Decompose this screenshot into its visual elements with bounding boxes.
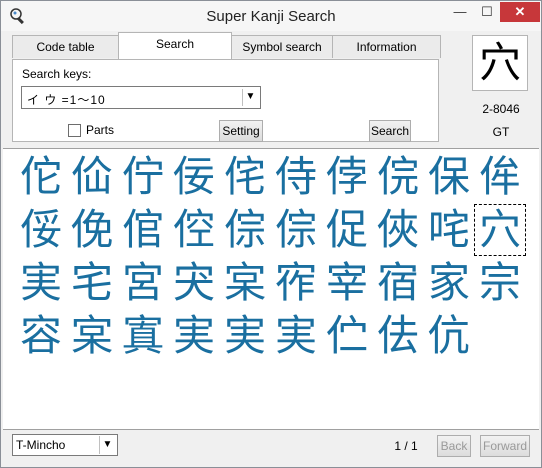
kanji-cell[interactable]: 実 bbox=[272, 312, 320, 360]
parts-label: Parts bbox=[86, 123, 115, 137]
kanji-cell[interactable]: 寘 bbox=[119, 312, 167, 360]
kanji-cell[interactable]: 咤 bbox=[425, 206, 473, 254]
kanji-cell[interactable]: 佞 bbox=[170, 153, 218, 201]
preview-glyph: 穴 bbox=[478, 38, 521, 87]
minimize-button[interactable]: — bbox=[446, 2, 474, 22]
kanji-cell[interactable]: 促 bbox=[323, 206, 371, 254]
chevron-down-icon[interactable]: ▼ bbox=[242, 89, 258, 106]
result-grid: 佗佡佇佞侘侍侼俒保侔俀俛倌倥倧倧促俠咤穴実宅宮宊宲宱宰宿家宗容宲寘実実実伫佉伉 bbox=[3, 148, 539, 430]
tab-search[interactable]: Search bbox=[118, 32, 232, 59]
kanji-cell[interactable]: 宰 bbox=[323, 259, 371, 307]
kanji-cell[interactable]: 宮 bbox=[119, 259, 167, 307]
kanji-grade: GT bbox=[492, 125, 510, 139]
title-bar: Super Kanji Search — ☐ ✕ bbox=[1, 1, 541, 31]
parts-checkbox[interactable] bbox=[68, 124, 81, 137]
close-button[interactable]: ✕ bbox=[500, 2, 540, 22]
chevron-down-icon[interactable]: ▼ bbox=[99, 436, 115, 454]
search-keys-label: Search keys: bbox=[22, 67, 92, 81]
kanji-cell[interactable]: 宲 bbox=[221, 259, 269, 307]
kanji-cell[interactable]: 俛 bbox=[68, 206, 116, 254]
kanji-cell[interactable]: 伉 bbox=[425, 312, 473, 360]
tab-information[interactable]: Information bbox=[332, 35, 441, 58]
maximize-button[interactable]: ☐ bbox=[474, 2, 500, 22]
kanji-cell[interactable]: 俒 bbox=[374, 153, 422, 201]
kanji-cell[interactable]: 倥 bbox=[170, 206, 218, 254]
search-keys-combo[interactable]: イ ウ =1〜10 ▼ bbox=[21, 86, 261, 109]
kanji-cell[interactable]: 宱 bbox=[272, 259, 320, 307]
kanji-cell[interactable]: 俠 bbox=[374, 206, 422, 254]
kanji-cell[interactable]: 侼 bbox=[323, 153, 371, 201]
main-window: Super Kanji Search — ☐ ✕ Code table Sear… bbox=[0, 0, 542, 468]
search-keys-value: イ ウ =1〜10 bbox=[27, 93, 106, 107]
forward-button[interactable]: Forward bbox=[480, 435, 530, 457]
kanji-cell[interactable]: 俀 bbox=[17, 206, 65, 254]
tab-symbol-search[interactable]: Symbol search bbox=[231, 35, 333, 58]
font-select[interactable]: T-Mincho ▼ bbox=[12, 434, 118, 456]
tab-code-table[interactable]: Code table bbox=[12, 35, 119, 58]
kanji-cell[interactable]: 佗 bbox=[17, 153, 65, 201]
kanji-preview: 穴 bbox=[472, 35, 528, 91]
kanji-cell[interactable]: 侍 bbox=[272, 153, 320, 201]
kanji-cell[interactable]: 宲 bbox=[68, 312, 116, 360]
kanji-cell[interactable]: 佉 bbox=[374, 312, 422, 360]
kanji-cell[interactable]: 宅 bbox=[68, 259, 116, 307]
kanji-cell[interactable]: 宗 bbox=[476, 259, 524, 307]
kanji-cell[interactable]: 倧 bbox=[221, 206, 269, 254]
kanji-cell[interactable]: 伫 bbox=[323, 312, 371, 360]
kanji-cell[interactable]: 宊 bbox=[170, 259, 218, 307]
search-panel: Search keys: イ ウ =1〜10 ▼ Parts Setting S… bbox=[12, 59, 439, 142]
kanji-cell[interactable]: 容 bbox=[17, 312, 65, 360]
kanji-cell[interactable]: 倌 bbox=[119, 206, 167, 254]
kanji-cell[interactable]: 宿 bbox=[374, 259, 422, 307]
kanji-cell[interactable]: 実 bbox=[221, 312, 269, 360]
page-counter: 1 / 1 bbox=[394, 439, 418, 453]
kanji-cell[interactable]: 家 bbox=[425, 259, 473, 307]
kanji-code: 2-8046 bbox=[482, 102, 520, 116]
kanji-cell[interactable]: 実 bbox=[170, 312, 218, 360]
kanji-cell[interactable]: 倧 bbox=[272, 206, 320, 254]
font-select-value: T-Mincho bbox=[16, 438, 66, 452]
kanji-cell[interactable]: 侔 bbox=[476, 153, 524, 201]
setting-button[interactable]: Setting bbox=[219, 120, 263, 142]
search-button[interactable]: Search bbox=[369, 120, 411, 142]
kanji-cell[interactable]: 保 bbox=[425, 153, 473, 201]
kanji-cell[interactable]: 侘 bbox=[221, 153, 269, 201]
kanji-cell[interactable]: 佡 bbox=[68, 153, 116, 201]
kanji-cell[interactable]: 穴 bbox=[474, 204, 526, 256]
back-button[interactable]: Back bbox=[437, 435, 471, 457]
kanji-cell[interactable]: 実 bbox=[17, 259, 65, 307]
kanji-cell[interactable]: 佇 bbox=[119, 153, 167, 201]
